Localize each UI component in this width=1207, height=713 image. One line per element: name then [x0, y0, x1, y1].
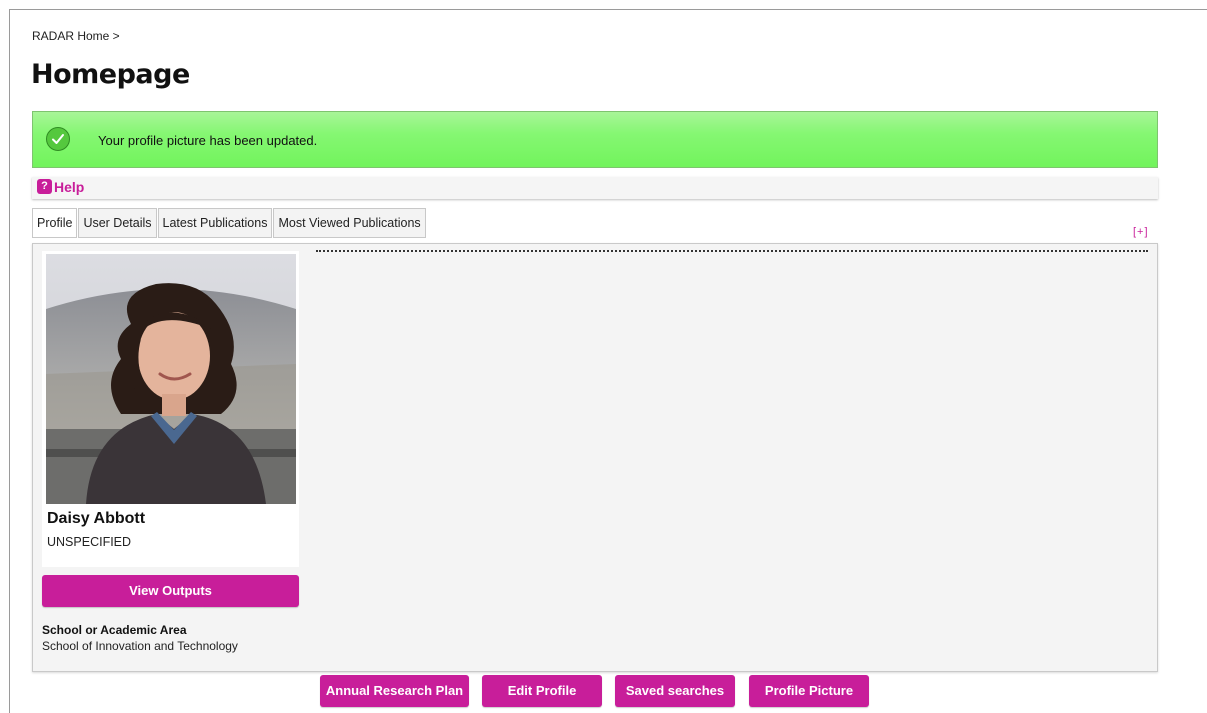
- profile-card: Daisy Abbott UNSPECIFIED: [42, 251, 299, 567]
- edit-profile-button[interactable]: Edit Profile: [482, 675, 602, 707]
- alert-message: Your profile picture has been updated.: [98, 133, 318, 148]
- help-bar[interactable]: ? Help: [32, 177, 1158, 199]
- person-role: UNSPECIFIED: [47, 535, 132, 549]
- profile-photo: [46, 254, 296, 504]
- checkmark-icon: [46, 127, 70, 151]
- view-outputs-button[interactable]: View Outputs: [42, 575, 299, 607]
- profile-panel: Daisy Abbott UNSPECIFIED View Outputs Sc…: [32, 243, 1158, 672]
- expand-toggle[interactable]: [+]: [1133, 226, 1149, 238]
- person-name: Daisy Abbott: [47, 510, 146, 527]
- tab-most-viewed-publications[interactable]: Most Viewed Publications: [273, 208, 426, 238]
- tab-bar: Profile User Details Latest Publications…: [32, 208, 427, 238]
- help-icon: ?: [37, 179, 52, 194]
- success-alert: Your profile picture has been updated.: [32, 111, 1158, 168]
- tab-user-details[interactable]: User Details: [78, 208, 157, 238]
- profile-picture-button[interactable]: Profile Picture: [749, 675, 869, 707]
- dotted-divider: [316, 250, 1148, 252]
- annual-research-plan-button[interactable]: Annual Research Plan: [320, 675, 469, 707]
- saved-searches-button[interactable]: Saved searches: [615, 675, 735, 707]
- tab-latest-publications[interactable]: Latest Publications: [157, 208, 273, 238]
- action-bar: Annual Research Plan Edit Profile Saved …: [0, 675, 1207, 709]
- school-value: School of Innovation and Technology: [42, 639, 238, 653]
- school-label: School or Academic Area: [42, 623, 187, 637]
- help-link[interactable]: Help: [54, 179, 84, 195]
- page-title: Homepage: [31, 59, 190, 90]
- tab-profile[interactable]: Profile: [32, 208, 78, 238]
- breadcrumb[interactable]: RADAR Home >: [32, 29, 120, 43]
